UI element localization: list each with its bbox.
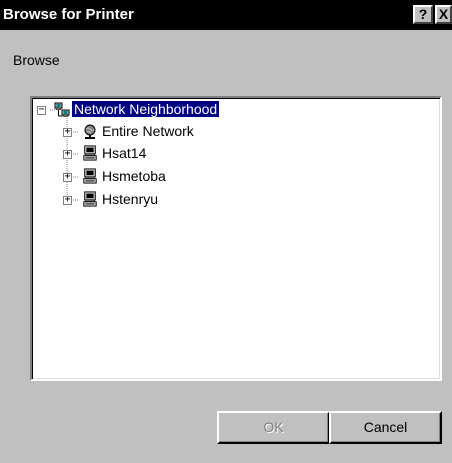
tree-node-label[interactable]: Hsat14	[100, 145, 148, 161]
network-neighborhood-icon	[54, 102, 70, 117]
tree-node-label[interactable]: Network Neighborhood	[70, 100, 221, 118]
ok-button[interactable]: OK	[217, 411, 330, 444]
browse-label: Browse	[13, 52, 60, 68]
computer-icon	[83, 168, 97, 184]
computer-icon	[83, 191, 97, 207]
expand-toggle[interactable]: +	[63, 173, 72, 182]
globe-network-icon	[84, 124, 96, 139]
close-button[interactable]: X	[435, 5, 452, 24]
window-title: Browse for Printer	[3, 6, 134, 23]
printer-tree-view[interactable]: − Network Neighborhood + Entire Network …	[30, 96, 442, 381]
cancel-button[interactable]: Cancel	[329, 411, 442, 444]
expand-toggle[interactable]: +	[63, 196, 72, 205]
browse-for-printer-dialog: Browse for Printer ? X Browse − Network …	[0, 0, 452, 463]
tree-node-label[interactable]: Entire Network	[100, 123, 196, 139]
collapse-toggle[interactable]: −	[37, 106, 46, 115]
tree-node-label[interactable]: Hsmetoba	[100, 168, 168, 184]
tree-connector-lines	[50, 109, 79, 201]
expand-toggle[interactable]: +	[63, 150, 72, 159]
computer-icon	[83, 145, 97, 161]
tree-node-label[interactable]: Hstenryu	[100, 191, 160, 207]
expand-toggle[interactable]: +	[63, 128, 72, 137]
help-button[interactable]: ?	[413, 5, 433, 24]
title-bar[interactable]: Browse for Printer ? X	[0, 0, 452, 30]
